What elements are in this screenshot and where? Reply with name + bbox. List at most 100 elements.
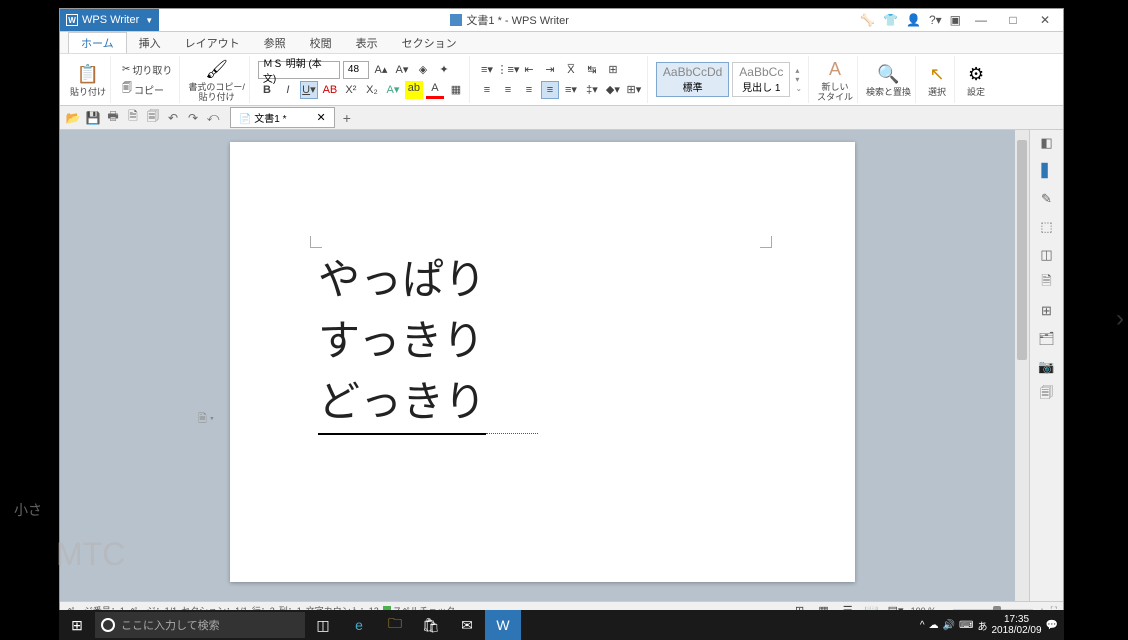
sort-button[interactable]: X̅ bbox=[562, 61, 580, 79]
tray-keyboard-icon[interactable]: ⌨ bbox=[959, 620, 973, 631]
align-center-button[interactable]: ≡ bbox=[499, 81, 517, 99]
explorer-icon[interactable]: 🗀 bbox=[377, 610, 413, 640]
wps-task-icon[interactable]: W bbox=[485, 610, 521, 640]
style-normal[interactable]: AaBbCcDd 標準 bbox=[656, 62, 729, 97]
font-size-select[interactable]: 48 bbox=[343, 61, 369, 79]
panel-camera-icon[interactable]: 📷 bbox=[1038, 358, 1056, 376]
document-text[interactable]: やっぱり すっきり どっきり bbox=[318, 250, 486, 435]
copy-button[interactable]: 🗐コピー bbox=[119, 80, 175, 99]
edge-icon[interactable]: e bbox=[341, 610, 377, 640]
add-tab-button[interactable]: + bbox=[343, 110, 351, 126]
panel-style-icon[interactable]: ✎ bbox=[1038, 190, 1056, 208]
increase-indent-button[interactable]: ⇥ bbox=[541, 61, 559, 79]
justify-button[interactable]: ≡ bbox=[541, 81, 559, 99]
select-button[interactable]: ↖ 選択 bbox=[920, 56, 955, 103]
panel-select-icon[interactable]: ⬚ bbox=[1038, 218, 1056, 236]
repeat-button[interactable]: ⤺ bbox=[204, 109, 222, 127]
superscript-button[interactable]: X² bbox=[342, 81, 360, 99]
box-button[interactable]: ▣ bbox=[950, 13, 961, 27]
export-button[interactable]: 🗐 bbox=[144, 109, 162, 127]
scroll-thumb[interactable] bbox=[1017, 140, 1027, 360]
user-icon[interactable]: 👤 bbox=[906, 13, 921, 27]
bone-icon[interactable]: 🦴 bbox=[860, 13, 875, 27]
show-marks-button[interactable]: ⊞ bbox=[604, 61, 622, 79]
strikethrough-button[interactable]: AB bbox=[321, 81, 339, 99]
find-replace-button[interactable]: 🔍 検索と置換 bbox=[862, 56, 916, 103]
page-nav-icon[interactable]: 🗎 ▾ bbox=[198, 410, 214, 426]
panel-task-icon[interactable]: 🗂 bbox=[1038, 330, 1056, 348]
open-button[interactable]: 📂 bbox=[64, 109, 82, 127]
font-name-select[interactable]: ＭＳ 明朝 (本文) bbox=[258, 61, 340, 79]
shirt-icon[interactable]: 👕 bbox=[883, 13, 898, 27]
underline-button[interactable]: U▾ bbox=[300, 81, 318, 99]
panel-toggle-icon[interactable]: ◧ bbox=[1038, 134, 1056, 152]
tray-volume-icon[interactable]: 🔊 bbox=[943, 620, 955, 631]
close-button[interactable]: ✕ bbox=[1033, 13, 1057, 27]
tab-section[interactable]: セクション bbox=[390, 33, 469, 53]
help-button[interactable]: ?▾ bbox=[929, 13, 942, 27]
border-button[interactable]: ⊞▾ bbox=[625, 81, 643, 99]
mail-icon[interactable]: ✉ bbox=[449, 610, 485, 640]
tray-up-icon[interactable]: ^ bbox=[920, 620, 925, 631]
subscript-button[interactable]: X₂ bbox=[363, 81, 381, 99]
redo-button[interactable]: ↷ bbox=[184, 109, 202, 127]
notifications-icon[interactable]: 💬 bbox=[1046, 620, 1058, 631]
align-left-button[interactable]: ≡ bbox=[478, 81, 496, 99]
tab-review[interactable]: 校閲 bbox=[298, 33, 344, 53]
style-scroll-up[interactable]: ▴ bbox=[795, 66, 802, 75]
line-spacing-button[interactable]: ‡▾ bbox=[583, 81, 601, 99]
panel-shape-icon[interactable]: ◫ bbox=[1038, 246, 1056, 264]
align-right-button[interactable]: ≡ bbox=[520, 81, 538, 99]
style-heading1[interactable]: AaBbCc 見出し 1 bbox=[732, 62, 790, 97]
close-tab-button[interactable]: ✕ bbox=[316, 111, 325, 124]
save-button[interactable]: 💾 bbox=[84, 109, 102, 127]
text-effect-button[interactable]: A▾ bbox=[384, 81, 402, 99]
shading-button[interactable]: ▦ bbox=[447, 81, 465, 99]
undo-button[interactable]: ↶ bbox=[164, 109, 182, 127]
preview-button[interactable]: 🗎 bbox=[124, 109, 142, 127]
taskbar-search[interactable]: ここに入力して検索 bbox=[95, 612, 305, 638]
fill-button[interactable]: ◆▾ bbox=[604, 81, 622, 99]
numbering-button[interactable]: ⋮≡▾ bbox=[499, 61, 517, 79]
app-menu[interactable]: W WPS Writer ▼ bbox=[60, 9, 159, 31]
settings-button[interactable]: ⚙ 設定 bbox=[959, 56, 993, 103]
clear-format-button[interactable]: ◈ bbox=[414, 61, 432, 79]
tab-view[interactable]: 表示 bbox=[344, 33, 390, 53]
paste-icon[interactable]: 📋 bbox=[75, 62, 101, 88]
phonetic-button[interactable]: ✦ bbox=[435, 61, 453, 79]
shrink-font-button[interactable]: A▾ bbox=[393, 61, 411, 79]
print-button[interactable]: 🖶 bbox=[104, 109, 122, 127]
panel-doc-icon[interactable]: 🗎 bbox=[1038, 274, 1056, 292]
grow-font-button[interactable]: A▴ bbox=[372, 61, 390, 79]
start-button[interactable]: ⊞ bbox=[59, 610, 95, 640]
maximize-button[interactable]: □ bbox=[1001, 13, 1025, 27]
panel-clip-icon[interactable]: 🗐 bbox=[1038, 386, 1056, 404]
panel-props-icon[interactable]: ⊞ bbox=[1038, 302, 1056, 320]
store-icon[interactable]: 🛍 bbox=[413, 610, 449, 640]
decrease-indent-button[interactable]: ⇤ bbox=[520, 61, 538, 79]
new-style-button[interactable]: A 新しい スタイル bbox=[813, 56, 858, 103]
tab-reference[interactable]: 参照 bbox=[252, 33, 298, 53]
tab-layout[interactable]: レイアウト bbox=[173, 33, 252, 53]
task-view-button[interactable]: ◫ bbox=[305, 610, 341, 640]
format-painter-group[interactable]: 🖌 書式のコピー/ 貼り付け bbox=[184, 56, 250, 103]
bullets-button[interactable]: ≡▾ bbox=[478, 61, 496, 79]
tab-home[interactable]: ホーム bbox=[68, 32, 127, 53]
minimize-button[interactable]: — bbox=[969, 13, 993, 27]
style-expand[interactable]: ⌄ bbox=[795, 84, 802, 93]
style-scroll-down[interactable]: ▾ bbox=[795, 75, 802, 84]
panel-nav-icon[interactable]: ▋ bbox=[1038, 162, 1056, 180]
tray-ime-icon[interactable]: あ bbox=[977, 618, 987, 633]
tab-button[interactable]: ↹ bbox=[583, 61, 601, 79]
overlay-next-arrow[interactable]: › bbox=[1116, 305, 1124, 333]
taskbar-clock[interactable]: 17:35 2018/02/09 bbox=[991, 614, 1041, 636]
distribute-button[interactable]: ≡▾ bbox=[562, 81, 580, 99]
highlight-button[interactable]: ab bbox=[405, 81, 423, 99]
vertical-scrollbar[interactable] bbox=[1015, 130, 1029, 601]
italic-button[interactable]: I bbox=[279, 81, 297, 99]
document-tab[interactable]: 📄 文書1 * ✕ bbox=[230, 107, 335, 128]
cut-button[interactable]: ✂切り取り bbox=[119, 61, 175, 78]
bold-button[interactable]: B bbox=[258, 81, 276, 99]
font-color-button[interactable]: A bbox=[426, 81, 444, 99]
tab-insert[interactable]: 挿入 bbox=[127, 33, 173, 53]
